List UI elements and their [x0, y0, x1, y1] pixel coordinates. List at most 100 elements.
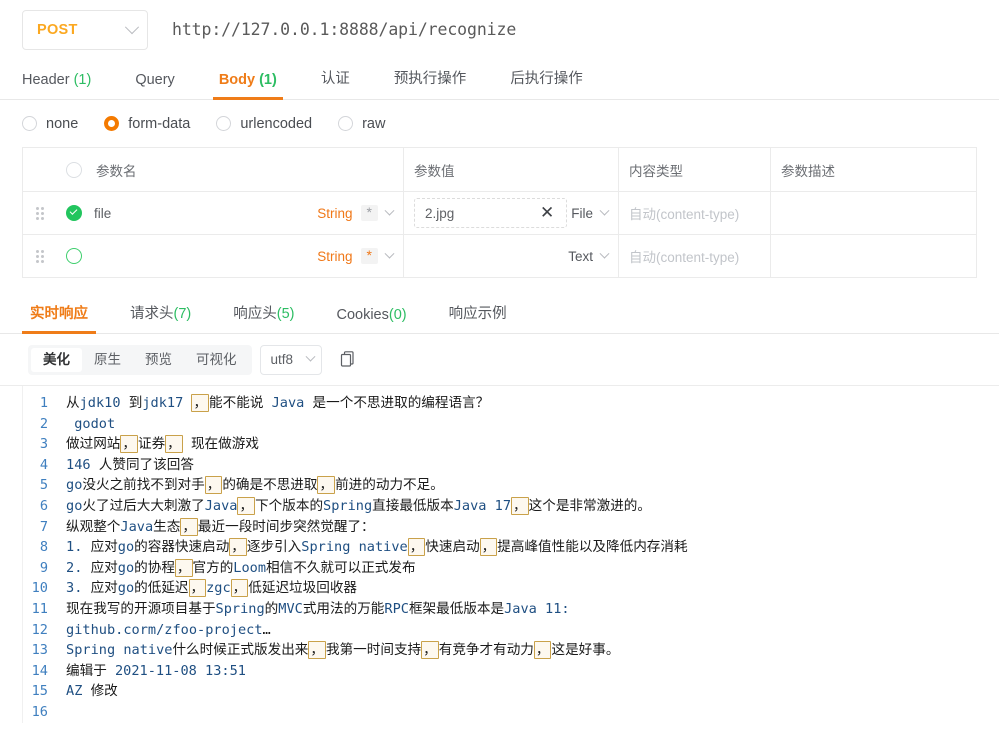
response-body-line: 2. 应对go的协程，官方的Loom相信不久就可以正式发布 [66, 558, 416, 577]
request-tab-label: Body [218, 72, 256, 88]
row-type-group: String * [317, 205, 395, 221]
highlighted-token: ， [120, 435, 138, 454]
encoding-select[interactable]: utf8 [259, 344, 322, 375]
request-tab-label: Header [22, 72, 70, 88]
row-type-dropdown[interactable] [384, 248, 395, 260]
row-param-type[interactable]: String [317, 206, 352, 221]
close-icon[interactable]: ✕ [536, 205, 560, 222]
row-param-name-cell: file String * [56, 192, 404, 234]
response-body-line: 从jdk10 到jdk17 ，能不能说 Java 是一个不思进取的编程语言？ [66, 394, 490, 412]
response-body-text[interactable]: 从jdk10 到jdk17 ，能不能说 Java 是一个不思进取的编程语言？ g… [58, 393, 999, 723]
line-number: 14 [31, 662, 48, 679]
row-type-dropdown[interactable] [384, 205, 395, 217]
table-row: file String * 2.jpg ✕ File 自动(content-ty… [23, 192, 976, 235]
response-body-line: go没火之前找不到对手，的确是不思进取，前进的动力不足。 [66, 476, 444, 495]
highlighted-token: ， [204, 476, 223, 495]
response-body-line: 1. 应对go的容器快速启动，逐步引入Spring native，快速启动，提高… [66, 538, 688, 557]
row-content-type-cell[interactable]: 自动(content-type) [619, 192, 771, 234]
body-type-radio-urlencoded[interactable]: urlencoded [216, 116, 312, 132]
response-format-美化[interactable]: 美化 [31, 347, 82, 372]
request-tab-count: (1) [69, 72, 92, 88]
row-param-type[interactable]: String [317, 249, 352, 264]
request-tab-label: Query [135, 72, 175, 88]
radio-unchecked-icon [338, 116, 354, 131]
highlighted-token: ， [229, 538, 247, 557]
row-desc-cell[interactable] [771, 192, 976, 234]
line-number: 6 [39, 497, 48, 514]
response-tab-4[interactable]: Cookies(0) [336, 307, 406, 333]
line-number: 9 [39, 559, 48, 576]
response-tab-5[interactable]: 响应示例 [449, 302, 507, 333]
response-body-line: 3. 应对go的低延迟， zgc，低延迟垃圾回收器 [66, 579, 357, 598]
row-required-mark[interactable]: * [360, 248, 378, 264]
response-tab-1[interactable]: 实时响应 [22, 302, 96, 334]
row-enabled-checkbox[interactable] [66, 248, 82, 264]
response-tab-label: 响应头 [233, 306, 277, 322]
chevron-down-icon [384, 248, 395, 259]
request-tab-6[interactable]: 后执行操作 [510, 67, 583, 99]
response-tab-3[interactable]: 响应头(5) [233, 302, 294, 333]
row-desc-cell[interactable] [771, 235, 976, 277]
body-type-radio-none[interactable]: none [22, 116, 78, 132]
highlighted-token: ， [317, 476, 336, 495]
url-input[interactable]: http://127.0.0.1:8888/api/recognize [148, 10, 999, 50]
response-format-原生[interactable]: 原生 [82, 348, 133, 372]
header-param-value: 参数值 [404, 148, 619, 191]
request-tab-label: 预执行操作 [393, 71, 467, 87]
row-enabled-checkbox[interactable] [66, 205, 82, 221]
select-all-checkbox[interactable] [66, 161, 82, 178]
line-number: 12 [31, 621, 48, 638]
response-view-toolbar: 美化 原生 预览 可视化 utf8 [0, 334, 999, 386]
radio-checked-icon [104, 116, 120, 131]
row-value-mode-label: File [571, 205, 593, 221]
highlighted-token: ， [479, 538, 498, 557]
file-upload-box[interactable]: 2.jpg ✕ [414, 198, 568, 228]
drag-handle-icon[interactable] [35, 206, 44, 220]
row-required-mark[interactable]: * [360, 205, 378, 221]
response-tab-2[interactable]: 请求头(7) [130, 302, 191, 333]
response-tab-count: (0) [388, 307, 407, 323]
row-value-mode-label: Text [568, 248, 593, 264]
table-row: String * Text 自动(content-type) [23, 235, 976, 278]
body-type-radio-group: none form-data urlencoded raw [0, 100, 999, 147]
response-format-segmented: 美化 原生 预览 可视化 [28, 344, 252, 375]
header-param-name: 参数名 [56, 148, 404, 191]
body-type-radio-label: form-data [128, 115, 191, 132]
http-method-select[interactable]: POST [22, 9, 148, 50]
row-content-type-cell[interactable]: 自动(content-type) [619, 235, 771, 277]
response-body-line: 146 人赞同了该回答 [66, 456, 194, 473]
line-number: 5 [39, 477, 48, 494]
drag-handle-icon[interactable] [35, 249, 44, 263]
response-body-line: 编辑于 2021-11-08 13:51 [66, 662, 246, 679]
request-tab-3[interactable]: Body (1) [212, 72, 283, 100]
row-param-name[interactable]: file [94, 206, 111, 221]
highlighted-token: ， [421, 641, 439, 660]
line-number: 3 [39, 436, 48, 453]
row-drag-handle-cell[interactable] [23, 192, 56, 234]
copy-icon[interactable] [339, 350, 358, 369]
line-number: 1 [39, 395, 48, 411]
response-tab-count: (5) [276, 306, 295, 322]
response-body-line: Spring native什么时候正式版发出来，我第一时间支持，有竞争才有动力，… [66, 641, 620, 660]
line-number-gutter: 1 2 3 4 5 6 7 8 9 10 11 12 13 14 15 16 [0, 393, 58, 723]
row-value-mode-select[interactable]: File [567, 205, 610, 221]
header-content-type: 内容类型 [619, 148, 771, 191]
request-tab-2[interactable]: Query [135, 72, 175, 99]
body-type-radio-raw[interactable]: raw [338, 116, 385, 132]
response-format-可视化[interactable]: 可视化 [184, 348, 249, 372]
request-tab-1[interactable]: Header (1) [22, 72, 91, 99]
response-tab-label: 实时响应 [30, 306, 88, 322]
row-param-name-cell: String * [56, 235, 404, 277]
row-content-type-placeholder: 自动(content-type) [629, 250, 740, 265]
file-name-label: 2.jpg [425, 205, 455, 221]
response-format-预览[interactable]: 预览 [133, 348, 184, 372]
row-drag-handle-cell[interactable] [23, 235, 56, 277]
chevron-down-icon [305, 351, 315, 362]
request-tab-4[interactable]: 认证 [321, 67, 350, 99]
chevron-down-icon [384, 205, 395, 216]
body-type-radio-form-data[interactable]: form-data [104, 116, 190, 132]
row-value-mode-select[interactable]: Text [564, 248, 610, 264]
request-tab-5[interactable]: 预执行操作 [394, 67, 467, 99]
header-label-value: 参数值 [414, 163, 455, 179]
response-tabs: 实时响应 请求头(7) 响应头(5) Cookies(0) 响应示例 [0, 294, 999, 334]
